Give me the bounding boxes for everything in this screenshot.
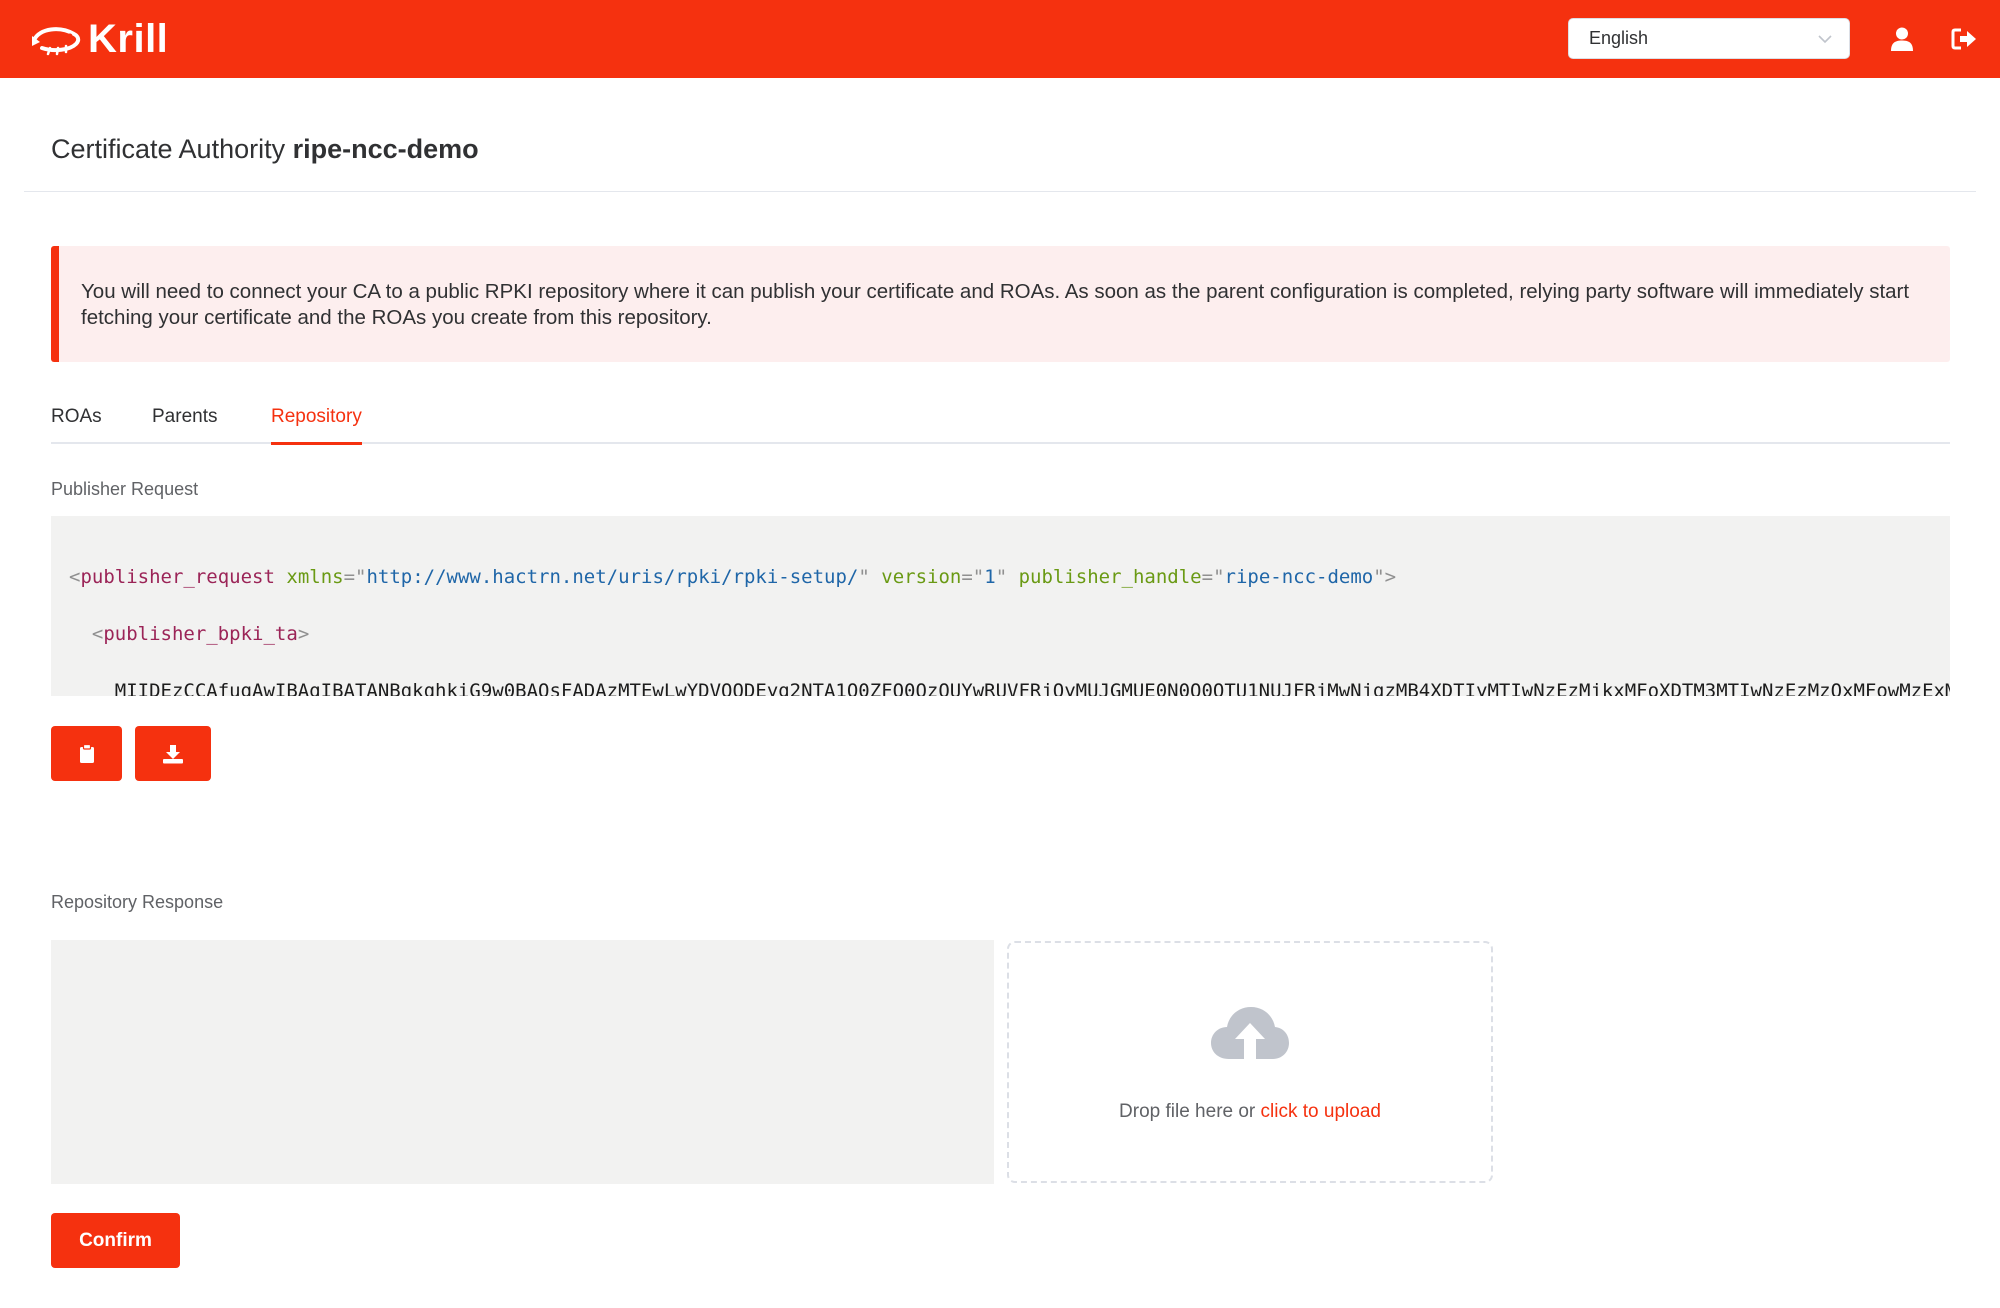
publisher-request-code[interactable]: <publisher_request xmlns="http://www.hac… bbox=[51, 516, 1950, 696]
user-icon[interactable] bbox=[1887, 24, 1917, 54]
tab-roas[interactable]: ROAs bbox=[51, 406, 102, 442]
download-button[interactable] bbox=[135, 726, 211, 781]
clipboard-icon bbox=[79, 743, 94, 763]
ca-name: ripe-ncc-demo bbox=[292, 134, 479, 164]
ca-tabs: ROAs Parents Repository bbox=[51, 398, 1950, 445]
drop-file-text: Drop file here or bbox=[1119, 1101, 1256, 1122]
top-navigation-bar: Krill English bbox=[0, 0, 2000, 78]
language-select[interactable]: English bbox=[1568, 18, 1850, 59]
logout-icon[interactable] bbox=[1949, 24, 1979, 54]
tab-parents[interactable]: Parents bbox=[152, 406, 217, 442]
repository-response-textarea[interactable] bbox=[51, 940, 994, 1184]
bpki-certificate: MIIDEzCCAfugAwIBAgIBATANBgkqhkiG9w0BAQsF… bbox=[114, 679, 1950, 697]
dropzone-text: Drop file here or click to upload bbox=[1009, 1101, 1491, 1123]
krill-logo[interactable]: Krill bbox=[30, 14, 168, 64]
xml-line-child-open: <publisher_bpki_ta> bbox=[91, 622, 310, 645]
info-alert: You will need to connect your CA to a pu… bbox=[51, 246, 1950, 362]
logout-glyph bbox=[1951, 28, 1976, 50]
chevron-down-icon bbox=[1818, 35, 1832, 44]
click-to-upload-link[interactable]: click to upload bbox=[1261, 1101, 1381, 1122]
logo-text: Krill bbox=[88, 16, 169, 61]
user-glyph bbox=[1891, 27, 1913, 51]
page-title: Certificate Authority ripe-ncc-demo bbox=[51, 134, 479, 165]
title-divider bbox=[24, 191, 1976, 192]
cloud-upload-icon bbox=[1211, 1007, 1289, 1059]
confirm-button[interactable]: Confirm bbox=[51, 1213, 180, 1268]
repository-response-label: Repository Response bbox=[51, 892, 224, 912]
alert-text: You will need to connect your CA to a pu… bbox=[81, 280, 1910, 329]
upload-dropzone[interactable]: Drop file here or click to upload bbox=[1007, 941, 1493, 1183]
publisher-request-label: Publisher Request bbox=[51, 479, 199, 499]
tab-repository[interactable]: Repository bbox=[271, 406, 362, 445]
xml-line-cert: MIIDEzCCAfugAwIBAgIBATANBgkqhkiG9w0BAQsF… bbox=[69, 677, 1950, 697]
xml-line-open: <publisher_request xmlns="http://www.hac… bbox=[69, 565, 1397, 588]
copy-button[interactable] bbox=[51, 726, 122, 781]
shrimp-icon bbox=[32, 27, 81, 56]
language-select-value: English bbox=[1589, 28, 1649, 48]
download-icon bbox=[163, 744, 183, 763]
page-title-prefix: Certificate Authority bbox=[51, 134, 286, 164]
